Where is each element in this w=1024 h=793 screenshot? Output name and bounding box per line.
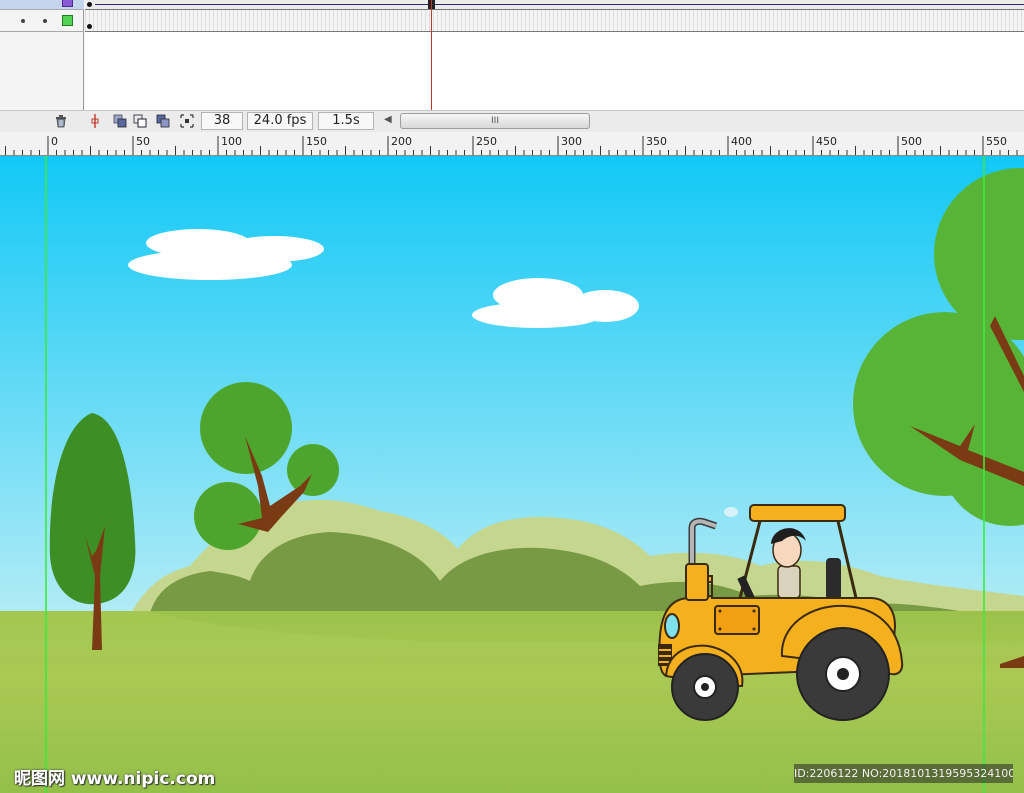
edit-multiple-frames-icon[interactable]: [156, 114, 170, 128]
ruler-tick-label: 300: [561, 135, 582, 148]
site-watermark: 昵图网 www.nipic.com: [14, 769, 216, 789]
image-id-watermark: ID:2206122 NO:20181013195953241000: [794, 764, 1013, 783]
frame-row[interactable]: [85, 0, 1024, 10]
ruler-tick-label: 550: [986, 135, 1007, 148]
onion-skin-icon[interactable]: [113, 114, 127, 128]
keyframe-dot-icon[interactable]: [87, 2, 92, 7]
layer-list: [0, 0, 84, 110]
layer-row[interactable]: [0, 10, 84, 32]
current-frame-field[interactable]: 38: [201, 112, 243, 130]
tween-line: [95, 4, 1024, 5]
onion-skin-outlines-icon[interactable]: [133, 114, 147, 128]
ruler-tick-label: 0: [51, 135, 58, 148]
timeline-scrollbar-thumb[interactable]: III: [400, 113, 590, 129]
guide-line-left[interactable]: [45, 156, 47, 793]
center-frame-icon[interactable]: [88, 114, 102, 128]
ruler-tick-label: 400: [731, 135, 752, 148]
horizontal-ruler: 0 50 100 150 200 250 300 350 400 450 500 550: [0, 132, 1024, 156]
ruler-tick-label: 350: [646, 135, 667, 148]
ruler-tick-label: 500: [901, 135, 922, 148]
ruler-tick-label: 150: [306, 135, 327, 148]
playhead-line[interactable]: [431, 0, 432, 110]
scene-artwork: [0, 156, 1024, 793]
trash-icon[interactable]: [54, 114, 68, 128]
scroll-left-arrow-icon[interactable]: ◀: [384, 114, 392, 125]
ruler-tick-label: 250: [476, 135, 497, 148]
visibility-dot-icon[interactable]: [21, 19, 25, 23]
scroll-grip-label: III: [491, 116, 499, 126]
ruler-ticks: 0 50 100 150 200 250 300 350 400 450 500 550: [5, 135, 1018, 155]
layer-outline-color-swatch[interactable]: [62, 15, 73, 26]
guide-line-right[interactable]: [983, 156, 985, 793]
stage-canvas[interactable]: [0, 156, 1024, 793]
frame-row[interactable]: [85, 10, 1024, 32]
lock-dot-icon[interactable]: [43, 19, 47, 23]
ruler-tick-label: 50: [136, 135, 150, 148]
layer-outline-color-swatch[interactable]: [62, 0, 73, 7]
elapsed-time-field: 1.5s: [318, 112, 374, 130]
ruler-tick-label: 100: [221, 135, 242, 148]
timeline-status-bar: 38 24.0 fps 1.5s ◀ III: [0, 110, 1024, 132]
frames-grid[interactable]: [85, 0, 1024, 110]
layer-row-selected[interactable]: [0, 0, 84, 10]
keyframe-dot-icon[interactable]: [87, 24, 92, 29]
ruler-tick-label: 200: [391, 135, 412, 148]
frame-rate-field[interactable]: 24.0 fps: [247, 112, 313, 130]
modify-onion-markers-icon[interactable]: [180, 114, 194, 128]
timeline-panel: [0, 0, 1024, 110]
ruler-tick-label: 450: [816, 135, 837, 148]
